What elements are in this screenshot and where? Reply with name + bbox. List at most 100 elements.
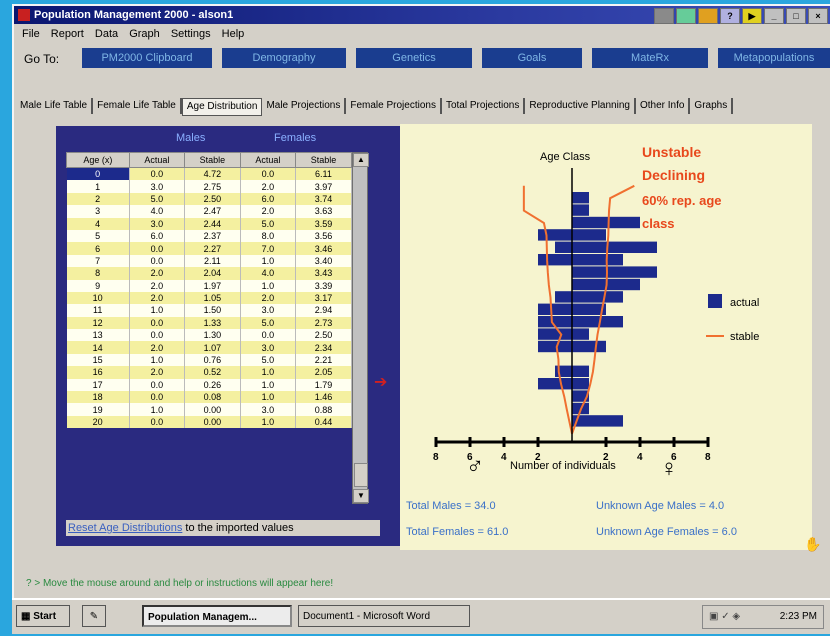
table-cell[interactable]: 0.0 bbox=[129, 167, 185, 181]
table-cell[interactable]: 5 bbox=[66, 229, 130, 243]
table-cell[interactable]: 0.0 bbox=[129, 415, 185, 429]
table-cell[interactable]: 9 bbox=[66, 279, 130, 292]
table-cell[interactable]: 5.0 bbox=[240, 316, 296, 330]
toolbar-icon-1[interactable] bbox=[654, 8, 674, 24]
table-cell[interactable]: 1.0 bbox=[240, 254, 296, 268]
tab-total-projections[interactable]: Total Projections bbox=[442, 98, 526, 114]
taskbar-app-population-management[interactable]: Population Managem... bbox=[142, 605, 292, 627]
table-cell[interactable]: 19 bbox=[66, 403, 130, 416]
table-cell[interactable]: 2.34 bbox=[295, 341, 353, 354]
table-cell[interactable]: 5.0 bbox=[240, 217, 296, 230]
table-row[interactable]: 15 1.0 0.76 5.0 2.21 bbox=[66, 353, 353, 367]
table-cell[interactable]: 2.0 bbox=[129, 366, 185, 379]
table-cell[interactable]: 4.0 bbox=[129, 205, 185, 218]
table-row[interactable]: 20 0.0 0.00 1.0 0.44 bbox=[66, 415, 353, 429]
table-cell[interactable]: 3.0 bbox=[129, 217, 185, 230]
table-cell[interactable]: 3.0 bbox=[240, 341, 296, 354]
table-cell[interactable]: 1.0 bbox=[240, 366, 296, 379]
table-cell[interactable]: 14 bbox=[66, 341, 130, 354]
table-cell[interactable]: 1.0 bbox=[240, 378, 296, 392]
scroll-thumb[interactable] bbox=[354, 463, 368, 487]
minimize-icon[interactable]: _ bbox=[764, 8, 784, 24]
table-cell[interactable]: 2 bbox=[66, 192, 130, 206]
table-cell[interactable]: 5.0 bbox=[240, 353, 296, 367]
table-cell[interactable]: 1.0 bbox=[129, 403, 185, 416]
table-cell[interactable]: 8.0 bbox=[240, 229, 296, 243]
table-row[interactable]: 19 1.0 0.00 3.0 0.88 bbox=[66, 403, 353, 416]
table-cell[interactable]: 2.47 bbox=[184, 205, 241, 218]
maximize-icon[interactable]: □ bbox=[786, 8, 806, 24]
table-cell[interactable]: 1.33 bbox=[184, 316, 241, 330]
table-cell[interactable]: 3.59 bbox=[295, 217, 353, 230]
table-cell[interactable]: 2.0 bbox=[240, 180, 296, 193]
table-cell[interactable]: 2.50 bbox=[295, 329, 353, 342]
tab-female-life-table[interactable]: Female Life Table bbox=[93, 98, 182, 114]
table-cell[interactable]: 15 bbox=[66, 353, 130, 367]
table-cell[interactable]: 2.44 bbox=[184, 217, 241, 230]
taskbar-app-word-document[interactable]: Document1 - Microsoft Word bbox=[298, 605, 470, 627]
table-cell[interactable]: 2.0 bbox=[129, 291, 185, 305]
table-row[interactable]: 7 0.0 2.11 1.0 3.40 bbox=[66, 254, 353, 268]
goto-genetics-button[interactable]: Genetics bbox=[356, 48, 472, 68]
menu-file[interactable]: File bbox=[22, 28, 40, 40]
table-cell[interactable]: 1.05 bbox=[184, 291, 241, 305]
table-cell[interactable]: 0.26 bbox=[184, 378, 241, 392]
table-cell[interactable]: 0.88 bbox=[295, 403, 353, 416]
table-cell[interactable]: 2.0 bbox=[129, 341, 185, 354]
table-cell[interactable]: 0 bbox=[66, 167, 130, 181]
table-cell[interactable]: 2.50 bbox=[184, 192, 241, 206]
table-cell[interactable]: 3.74 bbox=[295, 192, 353, 206]
table-cell[interactable]: 0.44 bbox=[295, 415, 353, 429]
play-icon[interactable]: ▶ bbox=[742, 8, 762, 24]
table-cell[interactable]: 1.0 bbox=[129, 353, 185, 367]
menu-graph[interactable]: Graph bbox=[129, 28, 160, 40]
table-cell[interactable]: 2.75 bbox=[184, 180, 241, 193]
table-row[interactable]: 11 1.0 1.50 3.0 2.94 bbox=[66, 304, 353, 317]
table-cell[interactable]: 3.43 bbox=[295, 267, 353, 280]
table-cell[interactable]: 20 bbox=[66, 415, 130, 429]
tab-reproductive-planning[interactable]: Reproductive Planning bbox=[525, 98, 636, 114]
table-row[interactable]: 8 2.0 2.04 4.0 3.43 bbox=[66, 267, 353, 280]
goto-demography-button[interactable]: Demography bbox=[222, 48, 346, 68]
table-cell[interactable]: 1.46 bbox=[295, 391, 353, 404]
help-icon[interactable]: ? bbox=[720, 8, 740, 24]
table-row[interactable]: 2 5.0 2.50 6.0 3.74 bbox=[66, 192, 353, 206]
table-row[interactable]: 5 6.0 2.37 8.0 3.56 bbox=[66, 229, 353, 243]
table-cell[interactable]: 2.21 bbox=[295, 353, 353, 367]
table-cell[interactable]: 13 bbox=[66, 329, 130, 342]
toolbar-icon-2[interactable] bbox=[676, 8, 696, 24]
tab-female-projections[interactable]: Female Projections bbox=[346, 98, 442, 114]
table-cell[interactable]: 11 bbox=[66, 304, 130, 317]
table-cell[interactable]: 0.52 bbox=[184, 366, 241, 379]
table-cell[interactable]: 0.00 bbox=[184, 415, 241, 429]
table-cell[interactable]: 3.56 bbox=[295, 229, 353, 243]
table-row[interactable]: 12 0.0 1.33 5.0 2.73 bbox=[66, 316, 353, 330]
table-cell[interactable]: 3.63 bbox=[295, 205, 353, 218]
table-cell[interactable]: 1.0 bbox=[240, 415, 296, 429]
table-row[interactable]: 16 2.0 0.52 1.0 2.05 bbox=[66, 366, 353, 379]
table-row[interactable]: 0 0.0 4.72 0.0 6.11 bbox=[66, 167, 353, 181]
tab-male-life-table[interactable]: Male Life Table bbox=[16, 98, 94, 114]
table-cell[interactable]: 1.30 bbox=[184, 329, 241, 342]
table-cell[interactable]: 1.50 bbox=[184, 304, 241, 317]
table-cell[interactable]: 2.05 bbox=[295, 366, 353, 379]
table-row[interactable]: 17 0.0 0.26 1.0 1.79 bbox=[66, 378, 353, 392]
table-cell[interactable]: 8 bbox=[66, 267, 130, 280]
table-cell[interactable]: 3.0 bbox=[129, 180, 185, 193]
table-cell[interactable]: 3 bbox=[66, 205, 130, 218]
table-cell[interactable]: 3.0 bbox=[240, 304, 296, 317]
menu-report[interactable]: Report bbox=[51, 28, 84, 40]
table-cell[interactable]: 0.0 bbox=[129, 316, 185, 330]
goto-goals-button[interactable]: Goals bbox=[482, 48, 582, 68]
tab-other-info[interactable]: Other Info bbox=[636, 98, 691, 114]
table-cell[interactable]: 0.0 bbox=[129, 391, 185, 404]
table-cell[interactable]: 3.40 bbox=[295, 254, 353, 268]
table-cell[interactable]: 2.0 bbox=[129, 279, 185, 292]
reset-age-distributions-link[interactable]: Reset Age Distributions bbox=[68, 522, 182, 534]
table-cell[interactable]: 3.0 bbox=[240, 403, 296, 416]
table-row[interactable]: 4 3.0 2.44 5.0 3.59 bbox=[66, 217, 353, 230]
table-cell[interactable]: 0.0 bbox=[240, 329, 296, 342]
scroll-down-icon[interactable]: ▼ bbox=[353, 489, 369, 503]
table-cell[interactable]: 17 bbox=[66, 378, 130, 392]
table-cell[interactable]: 3.17 bbox=[295, 291, 353, 305]
